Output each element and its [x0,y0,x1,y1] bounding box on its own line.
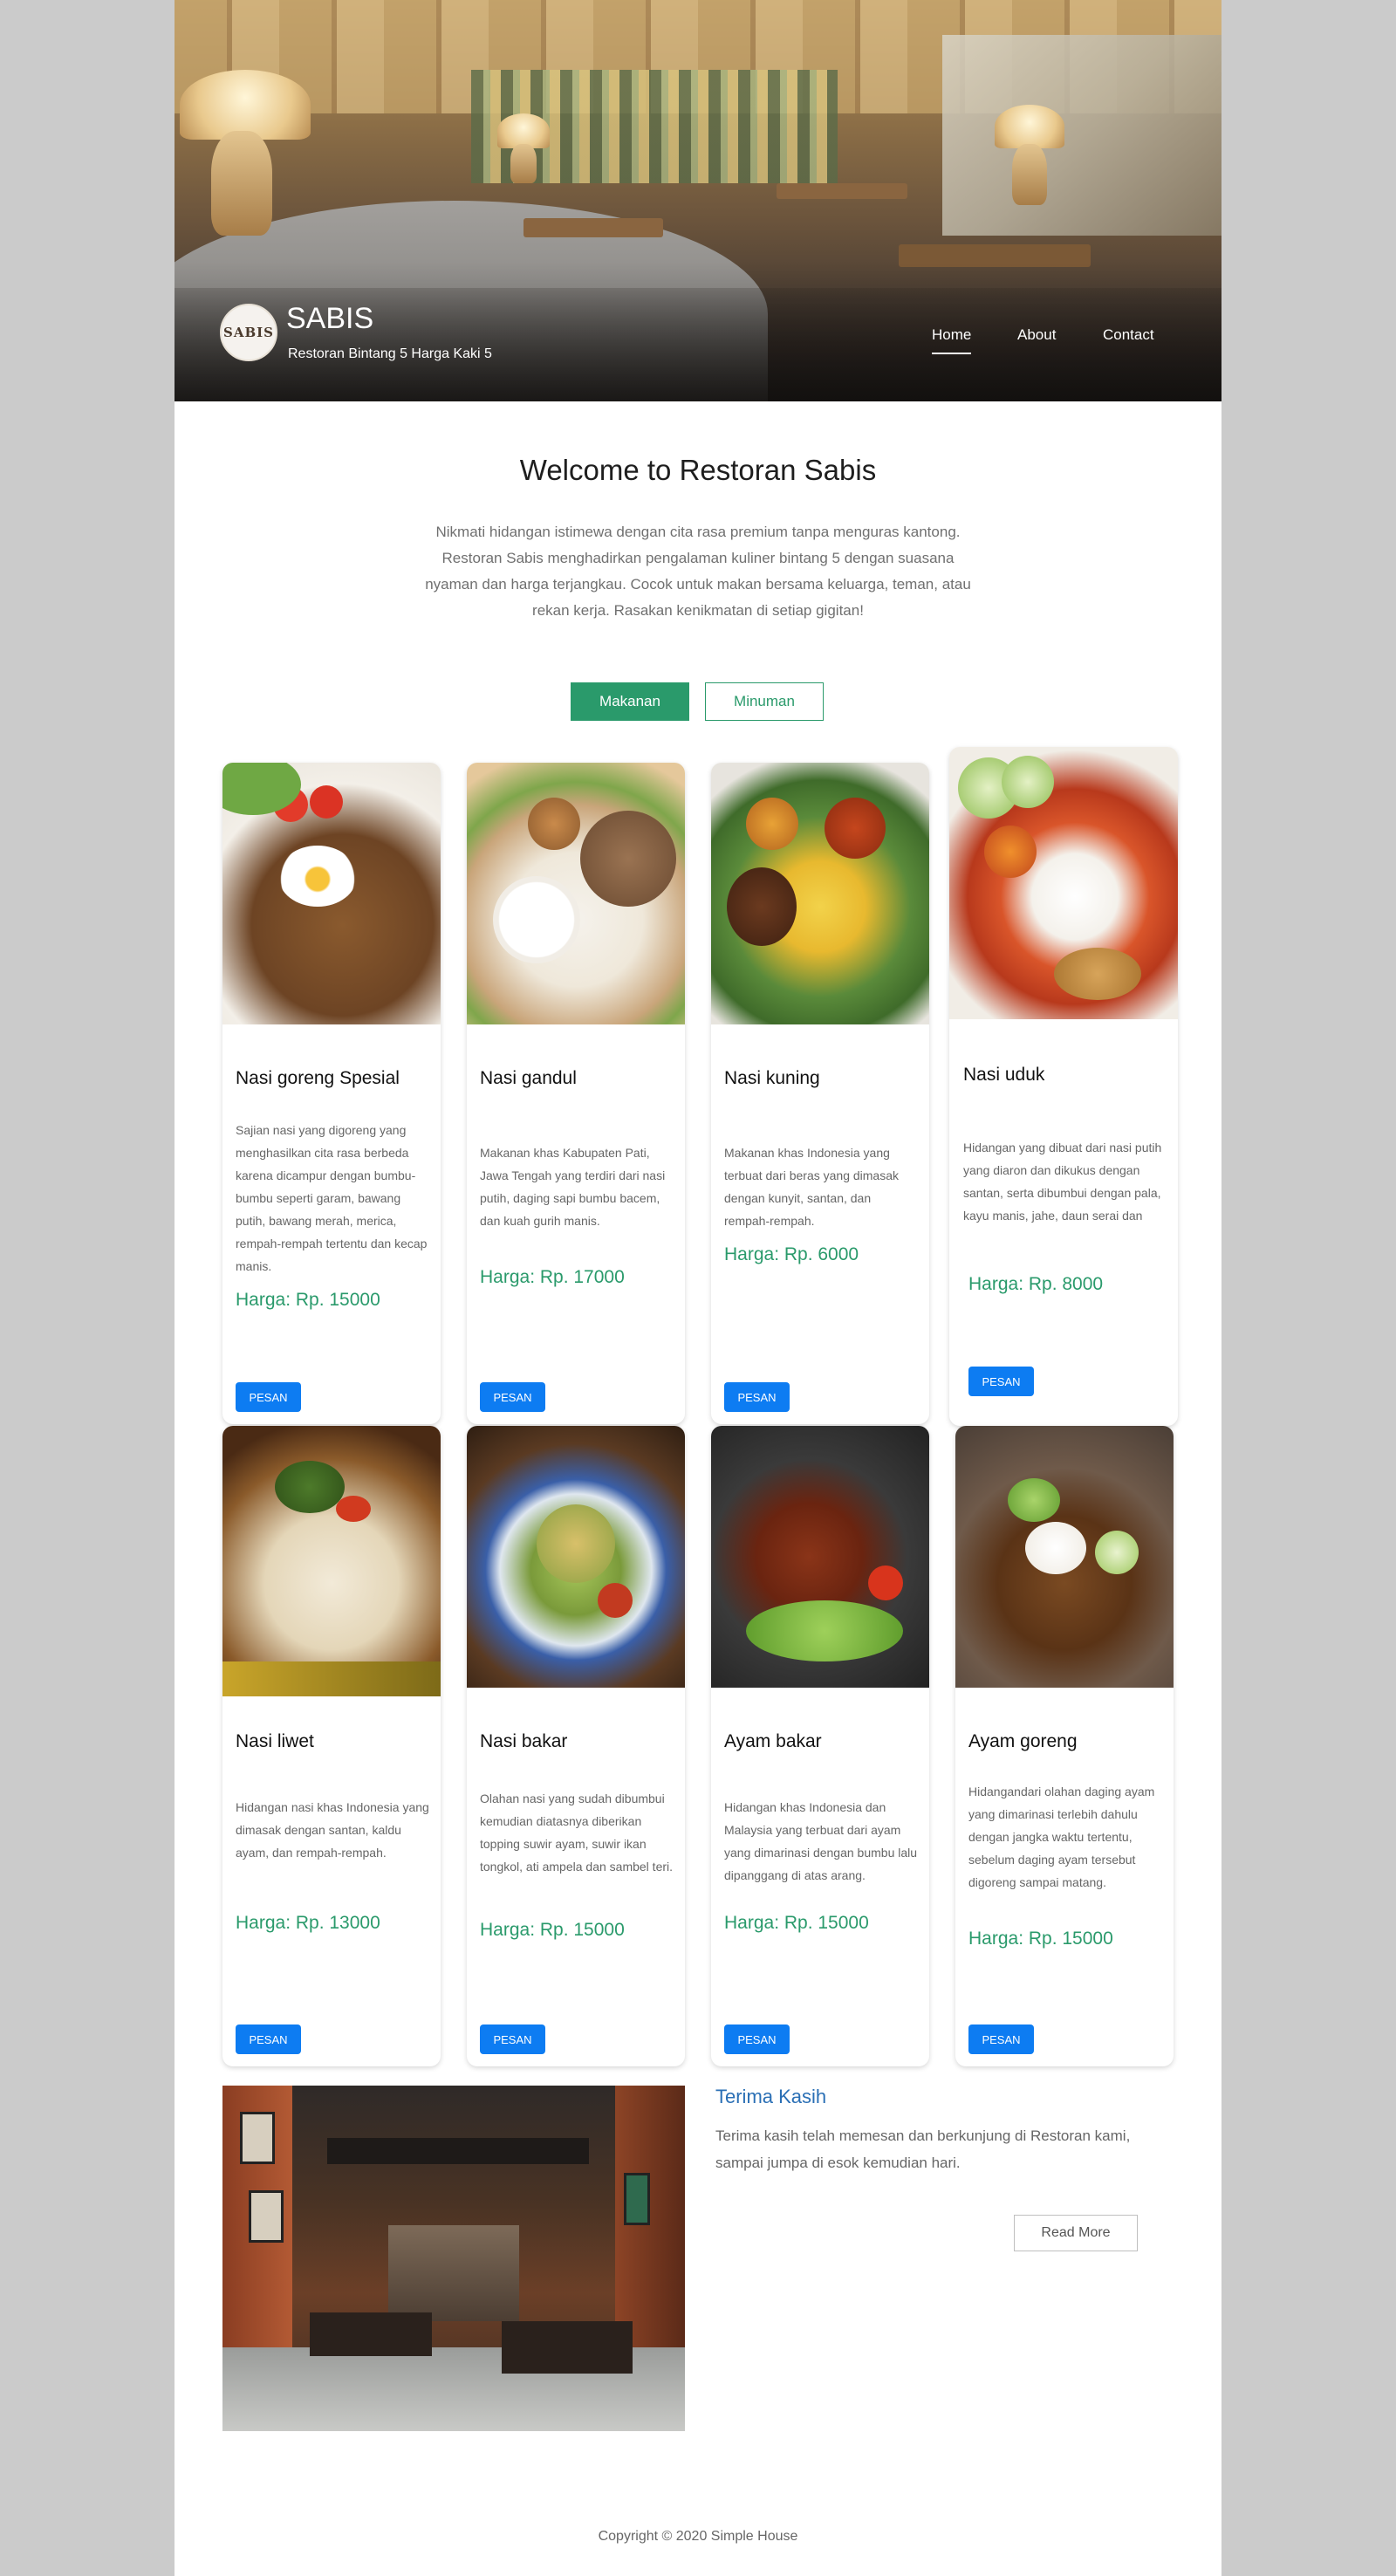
menu-card-nasi-goreng[interactable]: Nasi goreng Spesial Sajian nasi yang dig… [222,763,441,1424]
card-description: Makanan khas Indonesia yang terbuat dari… [724,1146,899,1228]
nav-home[interactable]: Home [932,326,972,354]
read-more-button[interactable]: Read More [1014,2215,1138,2251]
card-title: Nasi gandul [480,1068,577,1088]
pesan-button[interactable]: PESAN [968,1367,1034,1396]
card-title: Ayam goreng [968,1731,1078,1751]
pesan-button[interactable]: PESAN [724,1382,790,1412]
hero-banner: SABIS SABIS Restoran Bintang 5 Harga Kak… [174,0,1222,401]
menu-card-nasi-gandul[interactable]: Nasi gandul Makanan khas Kabupaten Pati,… [467,763,685,1424]
menu-card-nasi-bakar[interactable]: Nasi bakar Olahan nasi yang sudah dibumb… [467,1426,685,2066]
pesan-button[interactable]: PESAN [236,2024,301,2054]
footer-copyright: Copyright © 2020 Simple House [598,2529,798,2544]
card-price: Harga: Rp. 15000 [480,1920,625,1940]
pesan-button[interactable]: PESAN [480,2024,545,2054]
brand-tagline: Restoran Bintang 5 Harga Kaki 5 [288,346,492,361]
card-price: Harga: Rp. 17000 [480,1267,625,1287]
card-title: Nasi bakar [480,1731,568,1751]
restaurant-logo[interactable]: SABIS [220,304,277,361]
thanks-title[interactable]: Terima Kasih [715,2086,826,2108]
menu-card-ayam-bakar[interactable]: Ayam bakar Hidangan khas Indonesia dan M… [711,1426,929,2066]
tab-minuman[interactable]: Minuman [705,682,824,721]
card-price: Harga: Rp. 6000 [724,1244,859,1264]
card-price: Harga: Rp. 8000 [968,1274,1104,1294]
card-description: Hidangandari olahan daging ayam yang dim… [968,1785,1155,1889]
pesan-button[interactable]: PESAN [724,2024,790,2054]
menu-card-nasi-uduk[interactable]: Nasi uduk Hidangan yang dibuat dari nasi… [949,747,1178,1426]
card-description: Hidangan khas Indonesia dan Malaysia yan… [724,1800,918,1882]
brand-title[interactable]: SABIS [286,302,373,336]
pesan-button[interactable]: PESAN [968,2024,1034,2054]
card-price: Harga: Rp. 15000 [724,1913,869,1933]
nav-about[interactable]: About [1017,326,1056,344]
page: SABIS SABIS Restoran Bintang 5 Harga Kak… [174,0,1222,2576]
logo-text: SABIS [223,325,274,340]
restaurant-interior-image [222,2086,685,2431]
menu-card-nasi-kuning[interactable]: Nasi kuning Makanan khas Indonesia yang … [711,763,929,1424]
tab-makanan[interactable]: Makanan [571,682,689,721]
card-price: Harga: Rp. 13000 [236,1913,380,1933]
card-price: Harga: Rp. 15000 [968,1929,1113,1949]
card-price: Harga: Rp. 15000 [236,1290,380,1310]
card-title: Nasi goreng Spesial [236,1068,400,1088]
card-title: Nasi kuning [724,1068,820,1088]
card-description: Sajian nasi yang digoreng yang menghasil… [236,1123,428,1273]
card-description: Hidangan nasi khas Indonesia yang dimasa… [236,1800,429,1860]
card-title: Nasi liwet [236,1731,314,1751]
card-description: Makanan khas Kabupaten Pati, Jawa Tengah… [480,1146,666,1228]
welcome-title: Welcome to Restoran Sabis [519,454,877,486]
nav-contact[interactable]: Contact [1103,326,1154,344]
thanks-text: Terima kasih telah memesan dan berkunjun… [715,2127,1131,2171]
card-description: Olahan nasi yang sudah dibumbui kemudian… [480,1792,674,1874]
card-title: Ayam bakar [724,1731,822,1751]
welcome-text: Nikmati hidangan istimewa dengan cita ra… [425,524,971,619]
pesan-button[interactable]: PESAN [480,1382,545,1412]
card-description: Hidangan yang dibuat dari nasi putih yan… [963,1141,1162,1223]
pesan-button[interactable]: PESAN [236,1382,301,1412]
card-title: Nasi uduk [963,1065,1045,1085]
menu-card-ayam-goreng[interactable]: Ayam goreng Hidangandari olahan daging a… [955,1426,1174,2066]
menu-card-nasi-liwet[interactable]: Nasi liwet Hidangan nasi khas Indonesia … [222,1426,441,2066]
